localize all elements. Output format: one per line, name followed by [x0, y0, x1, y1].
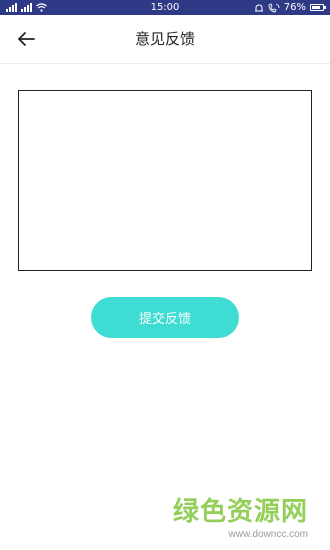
feedback-textarea[interactable]: [18, 90, 312, 271]
battery-percent: 76%: [283, 2, 306, 13]
submit-feedback-button[interactable]: 提交反馈: [91, 297, 239, 338]
header-bar: 意见反馈: [0, 15, 330, 64]
watermark-title: 绿色资源网: [172, 497, 308, 527]
status-bar: 15:00 76%: [0, 0, 330, 15]
alarm-icon: [254, 3, 263, 11]
status-right-icons: 76%: [254, 0, 326, 15]
page-title: 意见反馈: [134, 30, 195, 48]
site-watermark: 绿色资源网 www.downcc.com: [173, 497, 308, 541]
battery-icon: [310, 4, 326, 11]
hd-call-icon: [268, 2, 280, 12]
watermark-url: www.downcc.com: [228, 529, 308, 540]
